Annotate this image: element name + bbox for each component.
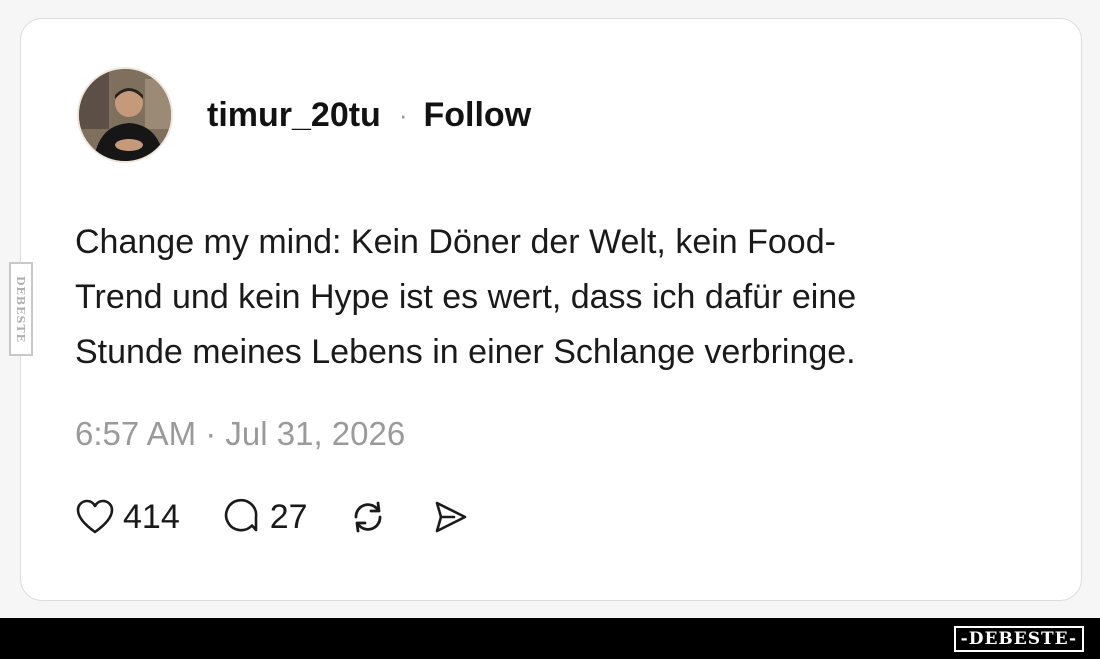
repost-icon	[354, 501, 381, 533]
brand-logo: -DEBESTE-	[953, 626, 1084, 652]
reply-button[interactable]: 27	[222, 497, 308, 537]
post-card: timur_20tu · Follow Change my mind: Kein…	[20, 18, 1082, 601]
like-button[interactable]: 414	[75, 498, 180, 537]
action-bar: 414 27	[75, 497, 470, 537]
comment-icon	[224, 498, 258, 532]
post-text-line: Change my mind: Kein Döner der Welt, kei…	[75, 223, 836, 261]
avatar-image	[79, 69, 171, 161]
post-timestamp: 6:57 AM · Jul 31, 2026	[75, 415, 406, 452]
post-header: timur_20tu · Follow	[77, 67, 531, 163]
share-button[interactable]	[430, 497, 470, 537]
side-watermark-text: DEBESTE	[14, 275, 28, 343]
avatar[interactable]	[77, 67, 173, 163]
repost-button[interactable]	[348, 497, 388, 537]
post-text-line: Stunde meines Lebens in einer Schlange v…	[75, 333, 856, 371]
follow-button[interactable]: Follow	[424, 96, 532, 135]
post-text: Change my mind: Kein Döner der Welt, kei…	[75, 215, 1035, 380]
separator-dot: ·	[398, 99, 408, 130]
side-watermark: DEBESTE	[9, 262, 33, 356]
share-icon	[435, 501, 466, 533]
heart-icon	[76, 499, 114, 534]
reply-count: 27	[269, 497, 308, 536]
footer-bar: -DEBESTE-	[0, 618, 1100, 659]
username[interactable]: timur_20tu	[207, 96, 381, 135]
like-count: 414	[123, 497, 180, 536]
post-text-line: Trend und kein Hype ist es wert, dass ic…	[75, 278, 857, 316]
